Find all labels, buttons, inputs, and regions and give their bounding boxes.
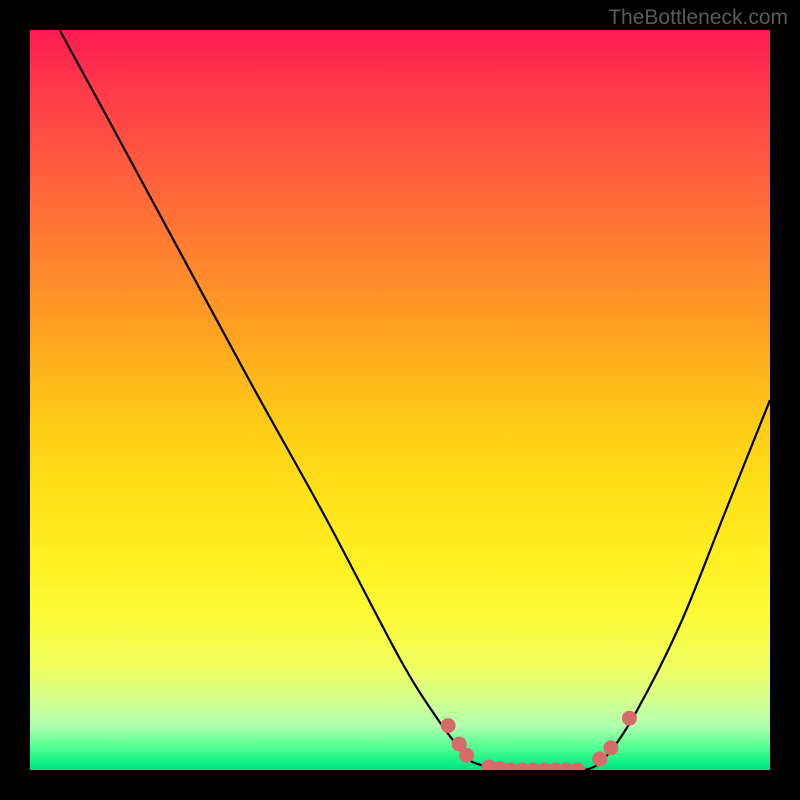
- plot-area: [30, 30, 770, 770]
- marker-dot: [570, 763, 585, 771]
- bottleneck-curve: [60, 30, 770, 770]
- marker-dot: [622, 711, 637, 726]
- marker-dot: [603, 740, 618, 755]
- watermark-text: TheBottleneck.com: [608, 6, 788, 30]
- marker-dot: [459, 748, 474, 763]
- highlight-markers: [441, 711, 637, 770]
- chart-svg: [30, 30, 770, 770]
- marker-dot: [592, 751, 607, 766]
- marker-dot: [441, 718, 456, 733]
